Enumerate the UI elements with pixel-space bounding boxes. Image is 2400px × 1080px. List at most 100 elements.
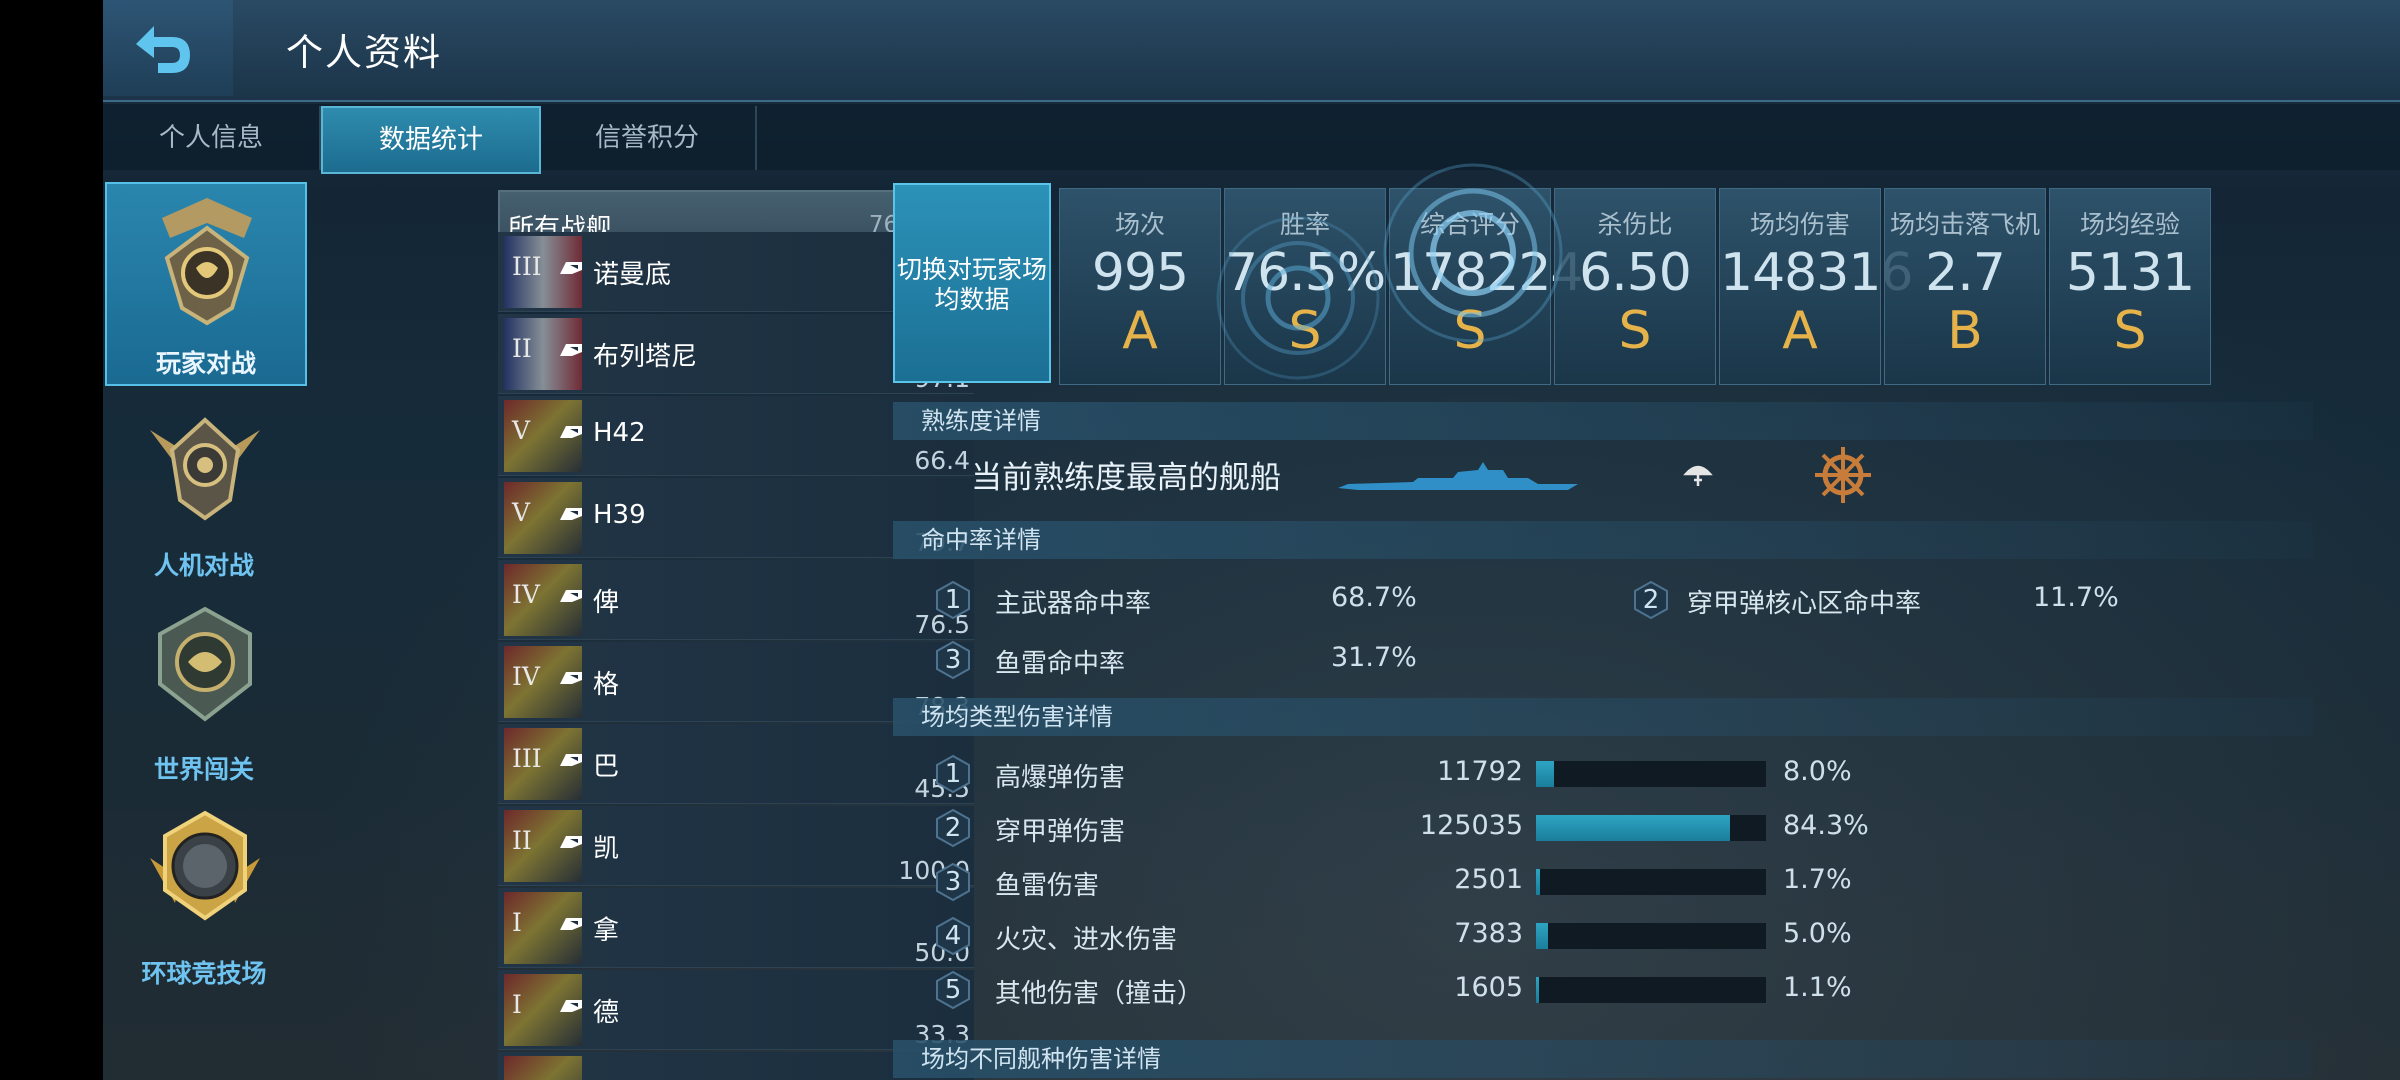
damage-bar-fill xyxy=(1536,815,1730,841)
number-badge: 1 xyxy=(935,754,971,794)
pve-emblem-icon xyxy=(150,417,260,521)
mode-pvp[interactable]: 玩家对战 xyxy=(105,182,307,386)
ship-name: 巴 xyxy=(593,752,620,782)
ship-tier: I xyxy=(512,990,522,1019)
back-arrow-icon xyxy=(136,26,190,73)
ship-type-icon xyxy=(560,344,582,356)
tab-personal-info[interactable]: 个人信息 xyxy=(103,106,321,170)
switch-avg-data-button[interactable]: 切换对玩家场均数据 xyxy=(893,183,1051,383)
number-badge: 2 xyxy=(1633,580,1669,620)
nation-flag-icon xyxy=(504,1056,582,1080)
mode-global-arena-label: 环球竞技场 xyxy=(141,959,267,988)
back-button[interactable] xyxy=(103,0,233,96)
hit-rate-label: 主武器命中率 xyxy=(995,589,1152,619)
ship-type-icon xyxy=(560,262,582,274)
tab-data-stats[interactable]: 数据统计 xyxy=(321,106,541,174)
number-badge-text: 1 xyxy=(944,585,962,615)
number-badge-text: 3 xyxy=(944,645,962,675)
stat-grade: B xyxy=(1947,301,1983,361)
stat-label: 场次 xyxy=(1114,210,1165,239)
ship-type-icon xyxy=(560,1000,582,1012)
number-badge: 3 xyxy=(935,640,971,680)
umbrella-icon xyxy=(1683,465,1713,486)
damage-pct: 1.7% xyxy=(1783,864,1852,895)
proficiency-text: 当前熟练度最高的舰船 xyxy=(971,460,1281,496)
stat-value: 6.50 xyxy=(1579,243,1692,303)
page-title: 个人资料 xyxy=(286,31,442,74)
ship-name: H42 xyxy=(593,418,646,448)
ship-type-icon xyxy=(560,508,582,520)
damage-label: 火灾、进水伤害 xyxy=(995,925,1178,955)
pvp-emblem-icon xyxy=(162,198,252,326)
mode-nav: 玩家对战 人机对战 世界闯关 环球竞技场 xyxy=(103,178,307,1080)
damage-bar-fill xyxy=(1536,761,1554,787)
ship-value: 66.4 xyxy=(914,446,970,475)
damage-value: 11792 xyxy=(1437,756,1523,787)
number-badge-text: 3 xyxy=(944,867,962,897)
number-badge-text: 2 xyxy=(1642,585,1660,615)
damage-bar xyxy=(1536,815,1766,841)
section-damage-types: 场均类型伤害详情 xyxy=(893,698,2313,736)
stat-label: 场均伤害 xyxy=(1749,210,1850,239)
ship-name: 诺曼底 xyxy=(593,260,672,290)
number-badge: 2 xyxy=(935,808,971,848)
damage-pct: 1.1% xyxy=(1783,972,1852,1003)
damage-value: 1605 xyxy=(1454,972,1523,1003)
mode-global-arena[interactable]: 环球竞技场 xyxy=(105,794,303,994)
hit-rate-label: 穿甲弹核心区命中率 xyxy=(1687,589,1922,619)
ship-name: 俾 xyxy=(593,588,620,618)
damage-value: 7383 xyxy=(1454,918,1523,949)
mode-pve[interactable]: 人机对战 xyxy=(105,386,303,586)
ship-row[interactable]: III巴78.3 xyxy=(498,692,974,804)
ship-row[interactable]: I 拿 100.0 xyxy=(498,856,974,968)
section-ship-class-damage: 场均不同舰种伤害详情 xyxy=(893,1040,2313,1078)
damage-bar-fill xyxy=(1536,869,1540,895)
stat-card: 场次 995 A xyxy=(1059,188,1221,385)
stat-grade: S xyxy=(2113,301,2147,361)
stat-card: 综合评分 178224 S xyxy=(1389,188,1584,385)
hit-rate-value: 31.7% xyxy=(1331,642,1417,673)
header-bar: 个人资料 xyxy=(103,0,2400,102)
mode-pve-label: 人机对战 xyxy=(153,551,254,580)
stat-value: 5131 xyxy=(2065,243,2195,303)
ship-wheel-icon xyxy=(1815,447,1871,503)
ship-tier: II xyxy=(512,334,532,363)
ship-type-icon xyxy=(560,590,582,602)
stat-label: 综合评分 xyxy=(1419,210,1520,239)
mode-world-stage[interactable]: 世界闯关 xyxy=(105,590,303,790)
ship-tier: V xyxy=(512,498,531,527)
damage-bar-fill xyxy=(1536,977,1539,1003)
damage-bar xyxy=(1536,761,1766,787)
stat-value: 2.7 xyxy=(1925,243,2006,303)
damage-pct: 84.3% xyxy=(1783,810,1869,841)
number-badge-text: 4 xyxy=(944,921,962,951)
app-window: 个人资料 个人信息 数据统计 信誉积分 玩家对战 人机对战 世界闯关 环球竞技场… xyxy=(103,0,2400,1080)
tab-credit-score[interactable]: 信誉积分 xyxy=(539,106,757,170)
ship-name: 德 xyxy=(593,998,620,1028)
damage-label: 其他伤害（撞击） xyxy=(995,979,1204,1009)
stat-grade: S xyxy=(1288,301,1322,361)
mode-pvp-label: 玩家对战 xyxy=(155,349,256,378)
ship-row[interactable]: I 德 50.0 xyxy=(498,938,974,1050)
global-arena-emblem-icon xyxy=(150,810,260,921)
ship-row[interactable]: IV俾79.7 xyxy=(498,528,974,640)
stat-card: 场均击落飞机 2.7 B xyxy=(1884,188,2046,385)
hit-rate-label: 鱼雷命中率 xyxy=(995,649,1126,679)
damage-label: 高爆弹伤害 xyxy=(995,763,1126,793)
stats-summary: 切换对玩家场均数据 场次 995 A 胜率 76.5% S 综合评分 178224 S 杀伤比 6.… xyxy=(893,163,2313,393)
damage-value: 125035 xyxy=(1419,810,1523,841)
stat-grade: S xyxy=(1618,301,1652,361)
ship-name: 布列塔尼 xyxy=(593,342,698,372)
stat-value: 148316 xyxy=(1720,243,1914,303)
ship-name: 格 xyxy=(593,670,620,700)
mode-world-stage-label: 世界闯关 xyxy=(153,755,254,784)
ship-silhouette-icon xyxy=(1338,462,1578,490)
ship-type-icon xyxy=(560,918,582,930)
hit-rate-value: 68.7% xyxy=(1331,582,1417,613)
number-badge: 3 xyxy=(935,862,971,902)
hit-rate-value: 11.7% xyxy=(2033,582,2119,613)
stat-card: 场均经验 5131 S xyxy=(2049,188,2211,385)
damage-bar xyxy=(1536,869,1766,895)
number-badge-text: 5 xyxy=(944,975,962,1005)
ship-tier: II xyxy=(512,826,532,855)
